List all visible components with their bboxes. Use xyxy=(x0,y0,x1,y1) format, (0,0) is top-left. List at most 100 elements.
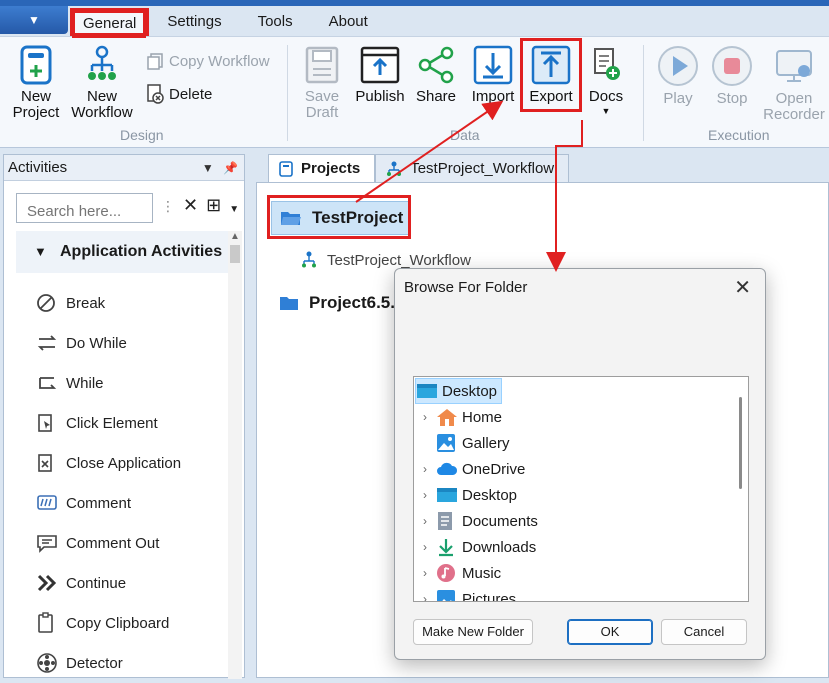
chevron-right-icon[interactable]: › xyxy=(414,592,436,601)
activity-label: Comment Out xyxy=(66,534,160,552)
scroll-up-icon[interactable]: ▲ xyxy=(230,231,240,242)
folder-item-music[interactable]: › Music xyxy=(414,560,501,586)
expand-all-icon[interactable]: ⊞ xyxy=(206,195,221,225)
folder-item-onedrive[interactable]: › OneDrive xyxy=(414,456,525,482)
folder-label: Downloads xyxy=(462,538,537,556)
projects-tab-icon xyxy=(279,160,293,177)
share-button[interactable]: Share xyxy=(412,45,460,105)
list-item[interactable]: Break xyxy=(36,283,181,323)
export-button[interactable]: Export xyxy=(524,45,578,105)
import-button[interactable]: Import xyxy=(466,45,520,105)
import-icon xyxy=(473,45,513,85)
chevron-right-icon[interactable]: › xyxy=(414,410,436,424)
folder-item-home[interactable]: › Home xyxy=(414,404,502,430)
tab-projects[interactable]: Projects xyxy=(268,154,376,182)
more-dropdown-icon[interactable]: ▼ xyxy=(229,195,239,225)
list-item[interactable]: Comment xyxy=(36,483,181,523)
tab-about[interactable]: About xyxy=(311,6,386,36)
list-item[interactable]: Comment Out xyxy=(36,523,181,563)
scroll-thumb[interactable] xyxy=(230,245,240,263)
list-item[interactable]: Close Application xyxy=(36,443,181,483)
new-workflow-button[interactable]: New Workflow xyxy=(68,45,136,121)
cancel-button[interactable]: Cancel xyxy=(661,619,747,645)
chevron-right-icon[interactable]: › xyxy=(414,514,436,528)
tab-projects-label: Projects xyxy=(301,160,361,177)
folder-item-desktop[interactable]: › Desktop xyxy=(414,482,517,508)
list-item[interactable]: Copy Clipboard xyxy=(36,603,181,643)
ribbon: New Project New Workflow Copy Workflow D… xyxy=(0,36,829,148)
activity-label: Do While xyxy=(66,334,127,352)
app-menu-chevron-icon: ▼ xyxy=(28,13,40,27)
folder-item-documents[interactable]: › Documents xyxy=(414,508,538,534)
ok-button[interactable]: OK xyxy=(567,619,653,645)
activity-label: Click Element xyxy=(66,414,158,432)
list-item[interactable]: Do While xyxy=(36,323,181,363)
list-item[interactable]: Continue xyxy=(36,563,181,603)
docs-icon xyxy=(594,48,620,80)
activities-title: Activities xyxy=(8,159,68,176)
tree-item-project-2[interactable]: Project6.5.3 xyxy=(279,293,404,313)
data-group-label: Data xyxy=(450,127,480,143)
chevron-right-icon[interactable]: › xyxy=(414,540,436,554)
open-recorder-button[interactable]: Open Recorder xyxy=(762,45,826,123)
make-new-folder-button[interactable]: Make New Folder xyxy=(413,619,533,645)
save-draft-button[interactable]: Save Draft xyxy=(296,45,348,121)
folder-tree-scrollbar[interactable] xyxy=(734,377,748,601)
chevron-right-icon[interactable]: › xyxy=(414,566,436,580)
folder-item-downloads[interactable]: › Downloads xyxy=(414,534,536,560)
tree-item-testproject[interactable]: TestProject xyxy=(271,201,409,235)
activities-scrollbar[interactable]: ▲ xyxy=(228,231,242,679)
desktop-icon xyxy=(416,383,442,399)
tree-item-label: Project6.5.3 xyxy=(309,293,405,312)
publish-icon xyxy=(360,46,400,84)
chevron-right-icon[interactable]: › xyxy=(414,462,436,476)
tab-tools[interactable]: Tools xyxy=(240,6,311,36)
tab-general[interactable]: General xyxy=(70,8,150,36)
open-recorder-label: Open Recorder xyxy=(763,90,825,123)
docs-button[interactable]: Docs ▼ xyxy=(584,45,628,117)
pictures-icon xyxy=(436,589,462,601)
copy-workflow-button[interactable]: Copy Workflow xyxy=(146,52,270,70)
detector-icon xyxy=(36,652,66,674)
tab-testproject-workflow[interactable]: TestProject_Workflow xyxy=(375,154,570,182)
list-item[interactable]: While xyxy=(36,363,181,403)
folder-label: Documents xyxy=(462,512,538,530)
folder-item-gallery[interactable]: Gallery xyxy=(414,430,510,456)
click-element-icon xyxy=(36,413,66,433)
folder-item-desktop-root[interactable]: Desktop xyxy=(415,378,503,404)
folder-label: Music xyxy=(462,564,502,582)
panel-dropdown-icon[interactable]: ▼ xyxy=(202,161,214,175)
new-project-button[interactable]: New Project xyxy=(8,45,64,121)
folder-label: Pictures xyxy=(462,590,517,602)
stop-button[interactable]: Stop xyxy=(708,45,756,107)
list-item[interactable]: Detector xyxy=(36,643,181,683)
tree-item-workflow[interactable]: TestProject_Workflow xyxy=(301,251,471,269)
folder-tree-scroll-thumb[interactable] xyxy=(739,397,742,489)
clear-search-icon[interactable]: ✕ xyxy=(183,195,198,225)
app-menu-button[interactable]: ▼ xyxy=(0,6,68,34)
chevron-right-icon[interactable]: › xyxy=(414,488,436,502)
play-button[interactable]: Play xyxy=(654,45,702,107)
category-application-activities[interactable]: ▼ Application Activities xyxy=(16,231,228,273)
delete-button[interactable]: Delete xyxy=(146,84,212,104)
search-row: ⋮ ✕ ⊞ ▼ xyxy=(16,191,244,223)
folder-item-pictures[interactable]: › Pictures xyxy=(414,586,517,602)
stop-icon xyxy=(712,46,752,86)
dialog-title: Browse For Folder xyxy=(404,279,528,296)
tab-settings[interactable]: Settings xyxy=(149,6,239,36)
folder-tree: Desktop › Home Gallery › OneDrive › Desk… xyxy=(413,376,749,602)
copy-workflow-label: Copy Workflow xyxy=(169,52,270,70)
close-icon[interactable]: ✕ xyxy=(734,275,751,300)
documents-icon xyxy=(436,511,462,531)
play-label: Play xyxy=(663,90,693,107)
list-item[interactable]: Click Element xyxy=(36,403,181,443)
docs-dropdown-icon: ▼ xyxy=(601,106,611,116)
new-workflow-label: New Workflow xyxy=(71,88,133,121)
publish-button[interactable]: Publish xyxy=(352,45,408,105)
document-tabs: Projects TestProject_Workflow xyxy=(268,154,570,182)
delete-label: Delete xyxy=(169,85,213,103)
export-icon xyxy=(531,45,571,85)
pin-icon[interactable]: 📌 xyxy=(223,161,238,175)
search-input[interactable] xyxy=(16,193,153,223)
share-icon xyxy=(418,46,454,84)
